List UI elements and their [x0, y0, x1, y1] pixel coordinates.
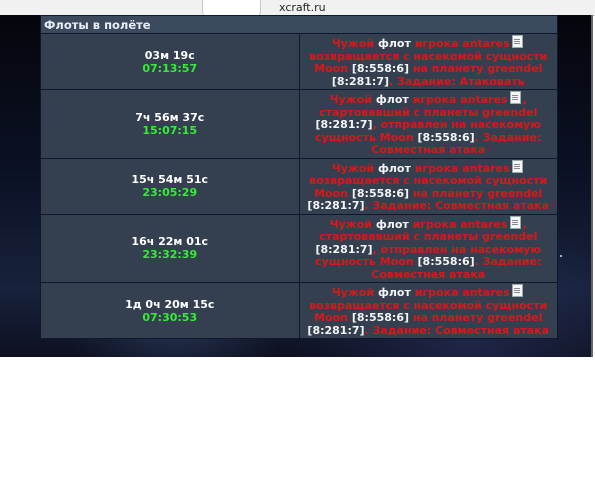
- page-scrollbar[interactable]: [591, 15, 593, 357]
- message-icon[interactable]: [511, 159, 523, 173]
- fleet-link[interactable]: флот: [378, 162, 411, 175]
- fleet-coord-1[interactable]: [8:558:6]: [352, 311, 409, 324]
- fleet-arrival-clock: 23:32:39: [142, 248, 198, 262]
- fleet-player: игрока antares: [412, 217, 508, 231]
- fleet-row: 7ч 56м 37с 15:07:15 Чужой флот игрока an…: [40, 89, 558, 159]
- fleet-duration: 16ч 22м 01с: [131, 235, 209, 249]
- fleet-time-cell: 15ч 54м 51с 23:05:29: [40, 157, 300, 215]
- message-icon[interactable]: [509, 91, 521, 104]
- fleet-entity: Moon: [314, 186, 349, 200]
- fleet-mission: . Задание: Совместная атака: [364, 199, 550, 212]
- fleet-duration: 1д 0ч 20м 15с: [125, 297, 215, 311]
- fleet-coord-2[interactable]: [8:281:7]: [307, 199, 364, 212]
- fleet-alien-label: Чужой: [331, 286, 375, 299]
- fleet-coord-1[interactable]: [8:281:7]: [315, 243, 372, 256]
- fleet-message: Чужой флот игрока antares, стартовавший …: [298, 89, 558, 159]
- fleet-row: 1д 0ч 20м 15с 07:30:53 Чужой флот игрока…: [40, 282, 558, 339]
- fleet-duration: 7ч 56м 37с: [135, 110, 205, 124]
- fleet-message: Чужой флот игрока antares, стартовавший …: [298, 213, 558, 283]
- fleet-entity: Moon: [314, 311, 349, 324]
- fleet-text-1: возвращается с насекомой сущности: [309, 49, 548, 63]
- fleet-player: игрока antares: [412, 93, 508, 106]
- fleet-coord-1[interactable]: [8:558:6]: [352, 187, 409, 200]
- message-icon[interactable]: [511, 35, 523, 48]
- fleet-time-cell: 16ч 22м 01с 23:32:39: [40, 213, 300, 283]
- fleet-coord-2[interactable]: [8:281:7]: [332, 75, 389, 88]
- page-blank-area: [0, 357, 595, 478]
- fleet-duration: 03м 19с: [144, 48, 195, 62]
- page-url[interactable]: xcraft.ru: [279, 1, 326, 14]
- fleet-coord-2[interactable]: [8:558:6]: [418, 131, 475, 144]
- fleets-in-flight-table: Флоты в полёте 03м 19с 07:13:57 Чужой фл…: [40, 15, 558, 339]
- fleet-text-2: на планету greendel: [412, 311, 543, 324]
- fleet-link[interactable]: флот: [378, 286, 411, 299]
- fleet-alien-label: Чужой: [329, 217, 372, 231]
- fleet-arrival-clock: 07:30:53: [142, 310, 198, 324]
- fleet-arrival-clock: 15:07:15: [142, 123, 198, 137]
- fleet-player: игрока antares: [414, 161, 510, 175]
- fleet-text-2: на планету greendel: [412, 186, 543, 200]
- fleet-message: Чужой флот игрока antares возвращается с…: [298, 282, 558, 339]
- game-viewport: Флоты в полёте 03м 19с 07:13:57 Чужой фл…: [0, 15, 593, 357]
- fleet-text-2: на планету greendel: [412, 62, 543, 75]
- fleet-mission: . Задание: Совместная атака: [364, 323, 550, 337]
- message-icon[interactable]: [509, 215, 521, 229]
- fleets-table-title: Флоты в полёте: [40, 15, 558, 34]
- fleet-alien-label: Чужой: [329, 93, 372, 106]
- fleet-time-cell: 7ч 56м 37с 15:07:15: [40, 89, 300, 159]
- fleet-message: Чужой флот игрока antares возвращается с…: [298, 157, 558, 215]
- fleet-row: 03м 19с 07:13:57 Чужой флот игрока antar…: [40, 33, 558, 90]
- fleet-link[interactable]: флот: [376, 93, 409, 106]
- fleet-time-cell: 03м 19с 07:13:57: [40, 33, 300, 90]
- fleet-coord-2[interactable]: [8:558:6]: [418, 255, 475, 268]
- fleet-coord-1[interactable]: [8:281:7]: [315, 118, 372, 131]
- browser-top-bar: xcraft.ru: [0, 0, 595, 17]
- fleet-coord-2[interactable]: [8:281:7]: [307, 324, 364, 337]
- fleet-entity: Moon: [314, 62, 349, 75]
- fleet-link[interactable]: флот: [376, 218, 409, 231]
- fleet-duration: 15ч 54м 51с: [131, 173, 209, 186]
- fleet-coord-1[interactable]: [8:558:6]: [352, 62, 409, 75]
- fleet-row: 16ч 22м 01с 23:32:39 Чужой флот игрока a…: [40, 213, 558, 283]
- fleet-message: Чужой флот игрока antares возвращается с…: [298, 33, 558, 90]
- fleet-time-cell: 1д 0ч 20м 15с 07:30:53: [40, 282, 300, 339]
- fleet-text-1: возвращается с насекомой сущности: [309, 174, 548, 187]
- fleet-row: 15ч 54м 51с 23:05:29 Чужой флот игрока a…: [40, 157, 558, 215]
- fleet-alien-label: Чужой: [331, 161, 375, 175]
- fleet-player: игрока antares: [414, 37, 510, 50]
- fleet-arrival-clock: 23:05:29: [142, 186, 198, 199]
- fleet-text-1: возвращается с насекомой сущности: [309, 298, 548, 312]
- fleet-alien-label: Чужой: [331, 37, 375, 50]
- fleet-player: игрока antares: [414, 286, 510, 299]
- message-icon[interactable]: [511, 284, 523, 297]
- fleet-mission: . Задание: Атаковать: [389, 74, 525, 88]
- fleet-arrival-clock: 07:13:57: [142, 61, 198, 75]
- fleet-link[interactable]: флот: [378, 37, 411, 50]
